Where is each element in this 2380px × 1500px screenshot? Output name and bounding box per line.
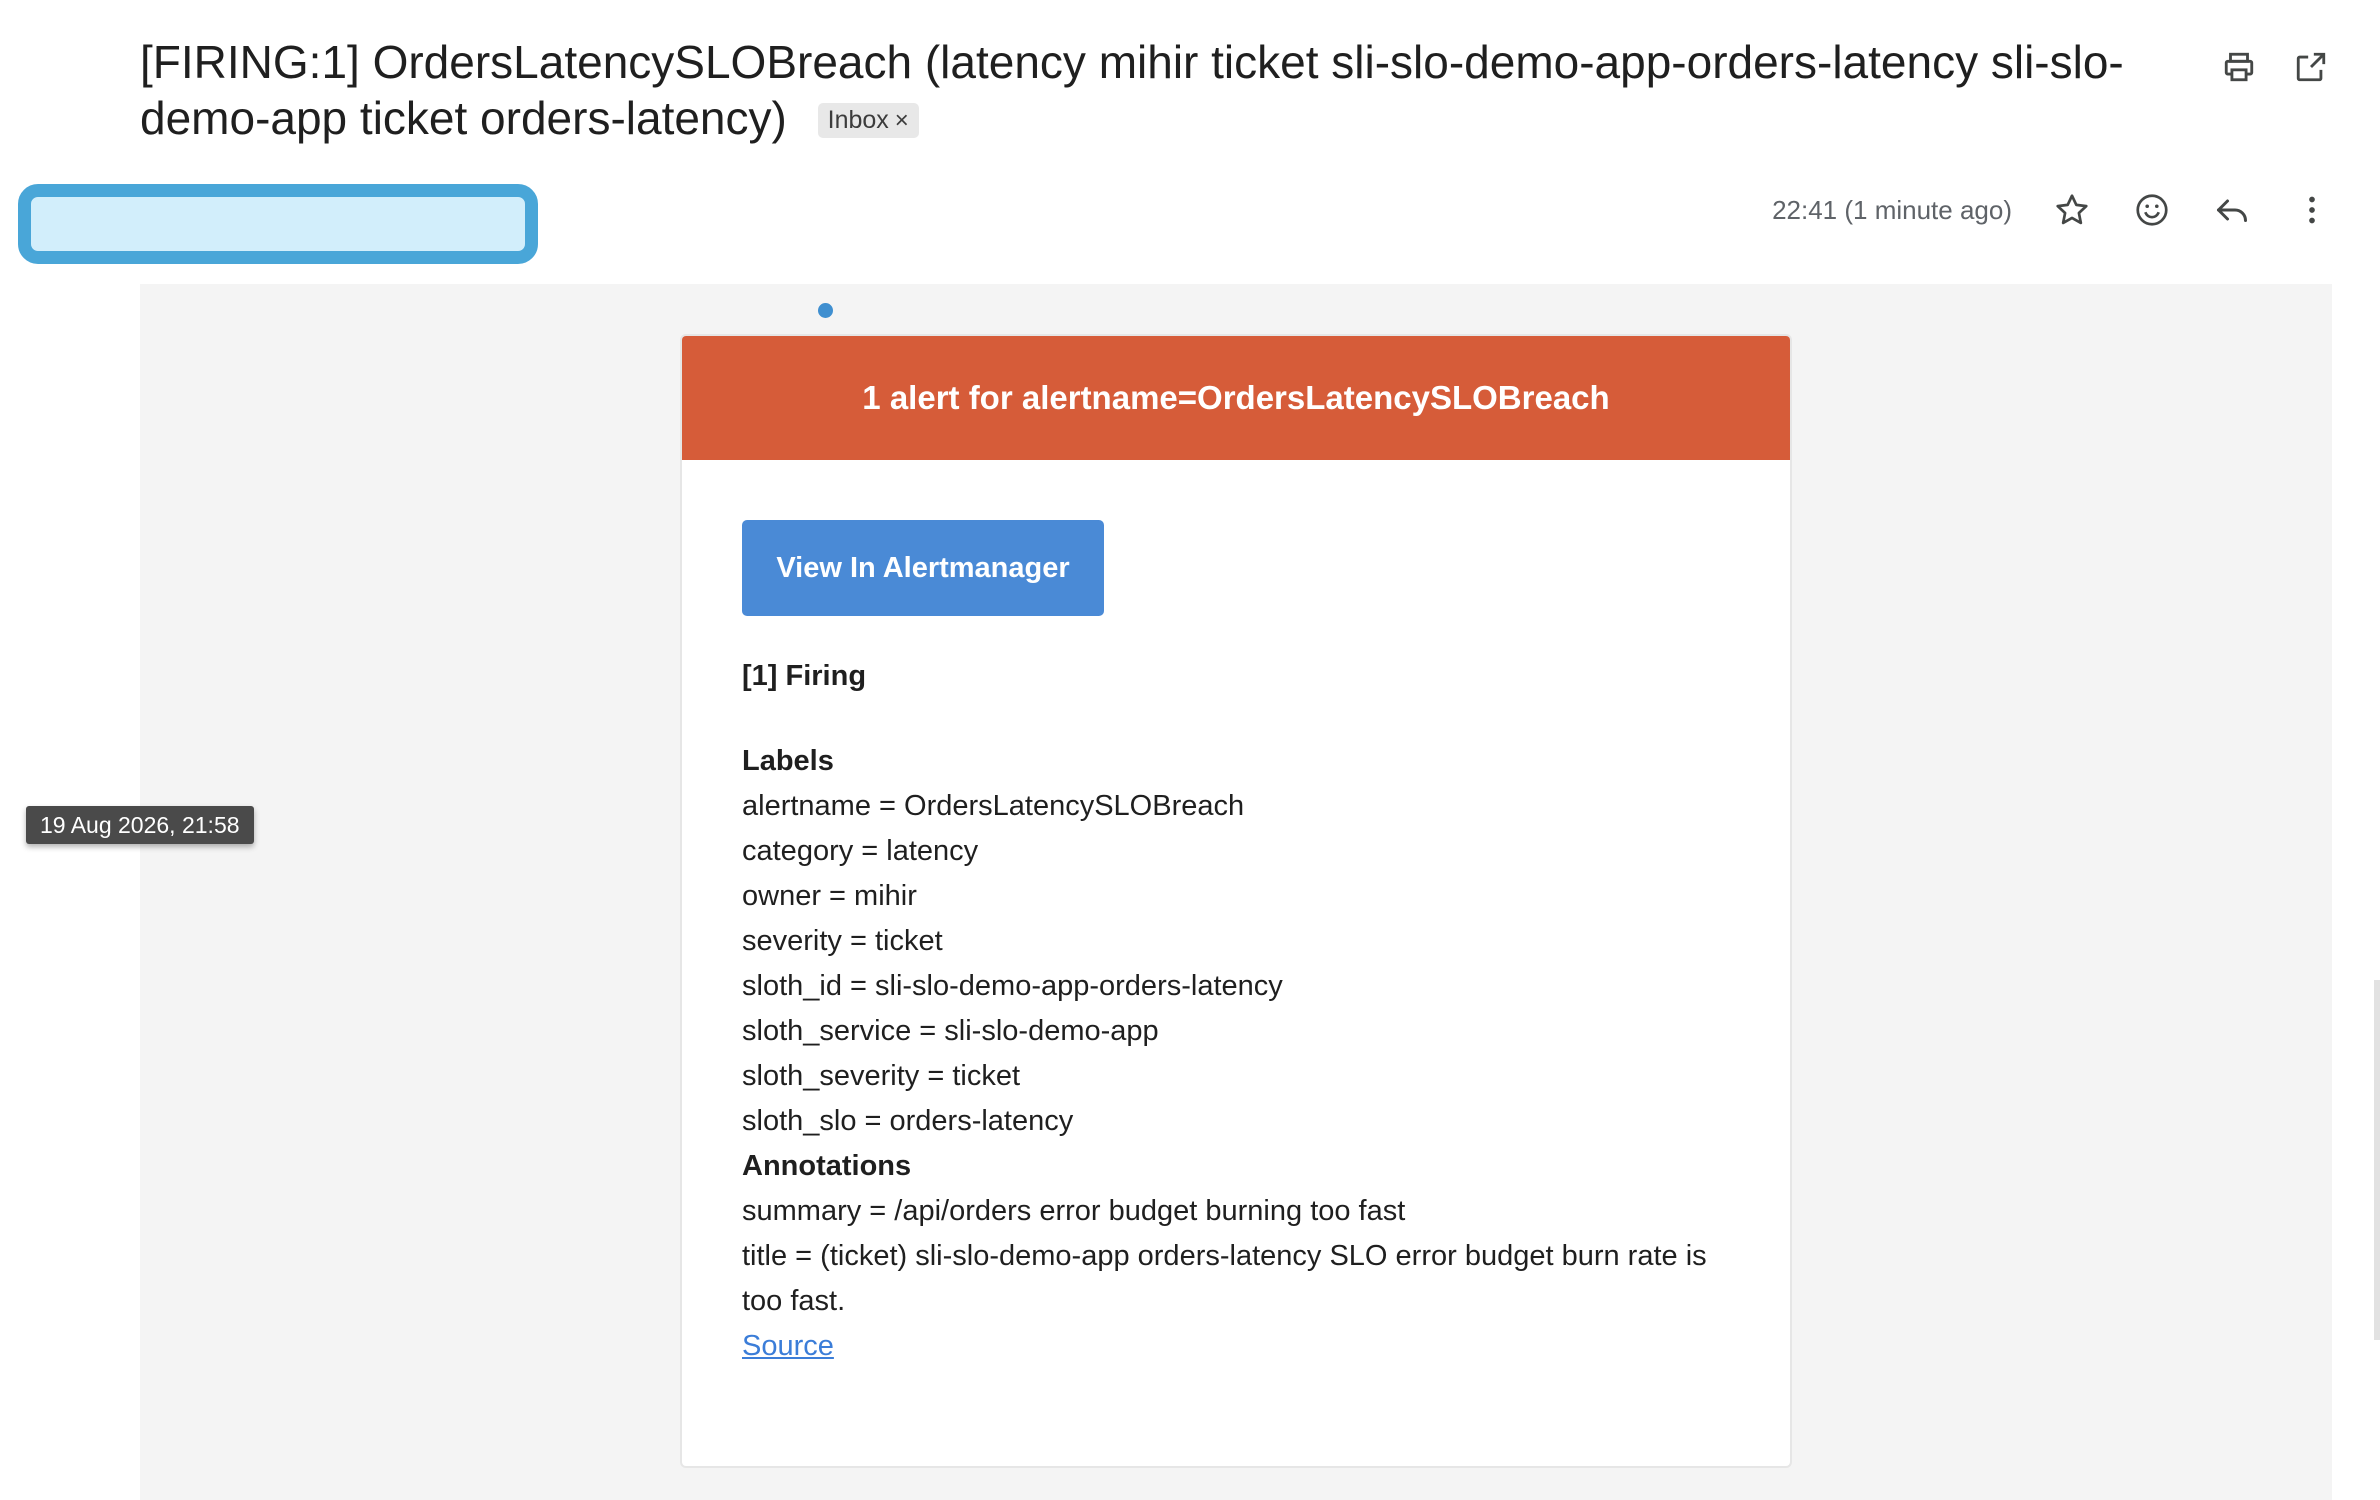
star-button[interactable] bbox=[2048, 186, 2096, 234]
more-options-icon bbox=[2309, 196, 2315, 224]
scrollbar[interactable] bbox=[2374, 980, 2380, 1340]
source-link[interactable]: Source bbox=[742, 1330, 834, 1362]
firing-heading: [1] Firing bbox=[742, 660, 867, 692]
more-options-button[interactable] bbox=[2288, 186, 2336, 234]
email-view: [FIRING:1] OrdersLatencySLOBreach (laten… bbox=[0, 0, 2380, 1500]
label-line: owner = mihir bbox=[742, 880, 917, 912]
reply-button[interactable] bbox=[2208, 186, 2256, 234]
label-line: category = latency bbox=[742, 835, 979, 867]
email-subject: [FIRING:1] OrdersLatencySLOBreach (laten… bbox=[140, 34, 2200, 146]
label-line: sloth_id = sli-slo-demo-app-orders-laten… bbox=[742, 970, 1283, 1002]
alert-card: 1 alert for alertname=OrdersLatencySLOBr… bbox=[680, 334, 1792, 1468]
indicator-dot bbox=[818, 303, 833, 318]
alert-header: 1 alert for alertname=OrdersLatencySLOBr… bbox=[682, 336, 1790, 460]
alert-details: [1] Firing Labels alertname = OrdersLate… bbox=[742, 654, 1742, 1369]
message-timestamp: 22:41 (1 minute ago) bbox=[1772, 195, 2012, 225]
star-icon bbox=[2056, 194, 2088, 225]
emoji-reaction-button[interactable] bbox=[2128, 186, 2176, 234]
open-in-new-window-icon bbox=[2296, 52, 2326, 82]
reply-icon bbox=[2217, 199, 2247, 222]
view-in-alertmanager-button[interactable]: View In Alertmanager bbox=[742, 520, 1104, 616]
label-line: alertname = OrdersLatencySLOBreach bbox=[742, 790, 1245, 822]
sender-highlight[interactable] bbox=[18, 184, 538, 264]
open-in-new-window-button[interactable] bbox=[2288, 44, 2334, 90]
annotation-line: summary = /api/orders error budget burni… bbox=[742, 1195, 1406, 1227]
subject-text: [FIRING:1] OrdersLatencySLOBreach (laten… bbox=[140, 36, 2124, 144]
inbox-label-text: Inbox bbox=[827, 106, 889, 134]
print-button[interactable] bbox=[2216, 44, 2262, 90]
emoji-reaction-icon bbox=[2136, 194, 2168, 226]
label-line: severity = ticket bbox=[742, 925, 943, 957]
label-line: sloth_slo = orders-latency bbox=[742, 1105, 1074, 1137]
print-icon bbox=[2224, 52, 2254, 82]
label-line: sloth_service = sli-slo-demo-app bbox=[742, 1015, 1159, 1047]
label-line: sloth_severity = ticket bbox=[742, 1060, 1021, 1092]
labels-heading: Labels bbox=[742, 745, 834, 777]
annotation-line: title = (ticket) sli-slo-demo-app orders… bbox=[742, 1240, 1707, 1317]
remove-label-icon[interactable]: × bbox=[895, 107, 909, 134]
annotations-heading: Annotations bbox=[742, 1150, 912, 1182]
date-tooltip: 19 Aug 2026, 21:58 bbox=[26, 806, 254, 844]
inbox-label-chip[interactable]: Inbox × bbox=[817, 103, 919, 138]
